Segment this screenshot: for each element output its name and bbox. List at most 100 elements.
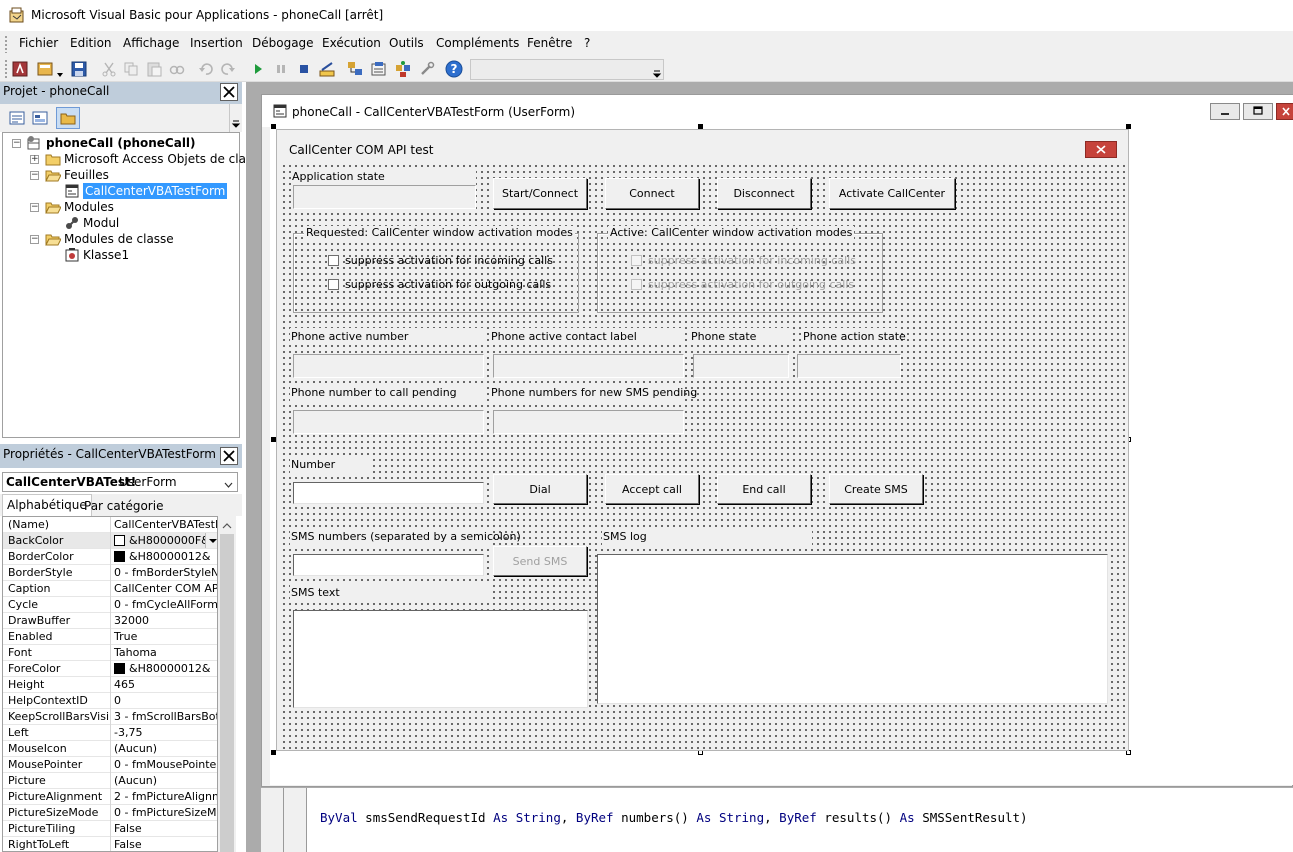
property-row[interactable]: PictureSizeMode0 - fmPictureSizeMode xyxy=(3,805,217,821)
collapse-icon[interactable]: − xyxy=(30,235,39,244)
textbox-phone-active-contact[interactable] xyxy=(493,354,684,378)
property-value[interactable]: CallCenter COM API te xyxy=(112,581,217,597)
menu-debogage[interactable]: Débogage xyxy=(252,36,314,50)
userform-client-area[interactable]: Application state Start/Connect Connect … xyxy=(279,161,1126,749)
property-row[interactable]: (Name)CallCenterVBATestFor xyxy=(3,517,217,533)
start-connect-button[interactable]: Start/Connect xyxy=(493,178,587,209)
property-row[interactable]: HelpContextID 0 xyxy=(3,693,217,709)
end-call-button[interactable]: End call xyxy=(717,474,811,504)
menu-fichier[interactable]: Fichier xyxy=(19,36,58,50)
copy-icon[interactable] xyxy=(122,60,140,78)
textbox-phone-state[interactable] xyxy=(693,354,789,378)
property-row[interactable]: Font Tahoma xyxy=(3,645,217,661)
scroll-up-icon[interactable] xyxy=(221,520,233,530)
properties-icon[interactable] xyxy=(370,60,388,78)
design-mode-icon[interactable] xyxy=(318,60,336,78)
menu-fenetre[interactable]: Fenêtre xyxy=(527,36,572,50)
tab-alphabetique[interactable]: Alphabétique xyxy=(2,494,92,516)
property-row[interactable]: BorderColor &H80000012& xyxy=(3,549,217,565)
code-line[interactable]: ByVal smsSendRequestId As String, ByRef … xyxy=(320,810,1028,825)
property-value[interactable]: (Aucun) xyxy=(112,773,217,789)
reset-icon[interactable] xyxy=(295,60,313,78)
close-icon[interactable] xyxy=(1085,141,1117,158)
toolbar-overflow-icon[interactable] xyxy=(651,60,663,79)
project-close-icon[interactable] xyxy=(220,83,238,101)
menu-insertion[interactable]: Insertion xyxy=(190,36,243,50)
paste-icon[interactable] xyxy=(145,60,163,78)
redo-icon[interactable] xyxy=(219,60,237,78)
project-toolbar-overflow[interactable] xyxy=(229,104,242,132)
collapse-icon[interactable]: − xyxy=(30,171,39,180)
toggle-folders-icon[interactable] xyxy=(56,107,80,129)
toolbox-icon[interactable] xyxy=(418,60,436,78)
property-row[interactable]: Enabled True xyxy=(3,629,217,645)
restore-icon[interactable] xyxy=(1243,103,1273,120)
menu-edition[interactable]: Edition xyxy=(70,36,112,50)
property-value[interactable]: 32000 xyxy=(112,613,217,629)
close-icon[interactable] xyxy=(1276,103,1293,120)
tree-module[interactable]: Modul xyxy=(83,215,119,231)
collapse-icon[interactable]: − xyxy=(12,139,21,148)
checkbox-box[interactable] xyxy=(328,279,339,290)
project-explorer-icon[interactable] xyxy=(346,60,364,78)
run-icon[interactable] xyxy=(249,60,267,78)
scroll-thumb[interactable] xyxy=(220,534,234,852)
menubar-grip[interactable] xyxy=(4,35,8,53)
requested-outgoing-checkbox[interactable]: suppress activation for outgoing calls xyxy=(328,278,551,291)
accept-call-button[interactable]: Accept call xyxy=(605,474,699,504)
property-row[interactable]: MouseIcon (Aucun) xyxy=(3,741,217,757)
property-row[interactable]: Cycle 0 - fmCycleAllForms xyxy=(3,597,217,613)
tree-class-module[interactable]: Klasse1 xyxy=(83,247,129,263)
textbox-phone-active-number[interactable] xyxy=(293,354,484,378)
create-sms-button[interactable]: Create SMS xyxy=(829,474,923,504)
tree-class-modules-folder[interactable]: Modules de classe xyxy=(64,231,174,247)
property-value[interactable]: -3,75 xyxy=(112,725,217,741)
property-value[interactable]: False xyxy=(112,837,217,851)
access-icon[interactable] xyxy=(11,60,29,78)
property-row[interactable]: BackColor &H8000000F& xyxy=(3,533,217,549)
property-row[interactable]: RightToLeft False xyxy=(3,837,217,851)
property-row[interactable]: Picture (Aucun) xyxy=(3,773,217,789)
number-input[interactable] xyxy=(293,482,484,504)
checkbox-box[interactable] xyxy=(328,255,339,266)
property-value[interactable]: 0 - fmPictureSizeMode xyxy=(112,805,217,821)
undo-icon[interactable] xyxy=(197,60,215,78)
menu-outils[interactable]: Outils xyxy=(389,36,424,50)
property-value[interactable]: CallCenterVBATestFor xyxy=(112,517,217,533)
dial-button[interactable]: Dial xyxy=(493,474,587,504)
properties-close-icon[interactable] xyxy=(220,447,238,465)
expand-icon[interactable]: + xyxy=(30,155,39,164)
object-selector[interactable]: CallCenterVBATest! UserForm xyxy=(2,472,238,492)
activate-callcenter-button[interactable]: Activate CallCenter xyxy=(829,178,955,209)
property-row[interactable]: DrawBuffer 32000 xyxy=(3,613,217,629)
property-row[interactable]: Height 465 xyxy=(3,677,217,693)
chevron-down-icon[interactable] xyxy=(224,478,233,488)
tree-project-root[interactable]: phoneCall (phoneCall) xyxy=(46,135,196,151)
break-icon[interactable] xyxy=(272,60,290,78)
textbox-numbers-sms-pending[interactable] xyxy=(493,410,684,434)
property-value[interactable]: 465 xyxy=(112,677,217,693)
properties-scrollbar[interactable] xyxy=(218,516,236,852)
insert-userform-icon[interactable] xyxy=(36,60,54,78)
textbox-number-to-call-pending[interactable] xyxy=(293,410,484,434)
sms-text-textarea[interactable] xyxy=(293,610,588,708)
sms-log-textarea[interactable] xyxy=(597,554,1108,704)
sms-numbers-input[interactable] xyxy=(293,554,484,576)
requested-incoming-checkbox[interactable]: suppress activation for incoming calls xyxy=(328,254,553,267)
insert-dropdown-icon[interactable] xyxy=(56,67,64,77)
menu-affichage[interactable]: Affichage xyxy=(123,36,179,50)
property-row[interactable]: KeepScrollBarsVisible3 - fmScrollBarsBot… xyxy=(3,709,217,725)
property-value[interactable]: 0 xyxy=(112,693,217,709)
property-value[interactable]: 3 - fmScrollBarsBoth xyxy=(112,709,217,725)
property-value[interactable]: &H80000012& xyxy=(112,549,217,565)
save-icon[interactable] xyxy=(70,60,88,78)
menu-execution[interactable]: Exécution xyxy=(322,36,381,50)
collapse-icon[interactable]: − xyxy=(30,203,39,212)
tree-form-selected[interactable]: CallCenterVBATestForm xyxy=(83,183,228,199)
userform[interactable]: CallCenter COM API test Application stat… xyxy=(276,129,1129,751)
toolbar-grip[interactable] xyxy=(4,59,8,79)
minimize-icon[interactable] xyxy=(1210,103,1240,120)
tree-access-objects[interactable]: Microsoft Access Objets de classe xyxy=(64,151,266,167)
property-row[interactable]: PictureAlignment2 - fmPictureAlignmen xyxy=(3,789,217,805)
connect-button[interactable]: Connect xyxy=(605,178,699,209)
